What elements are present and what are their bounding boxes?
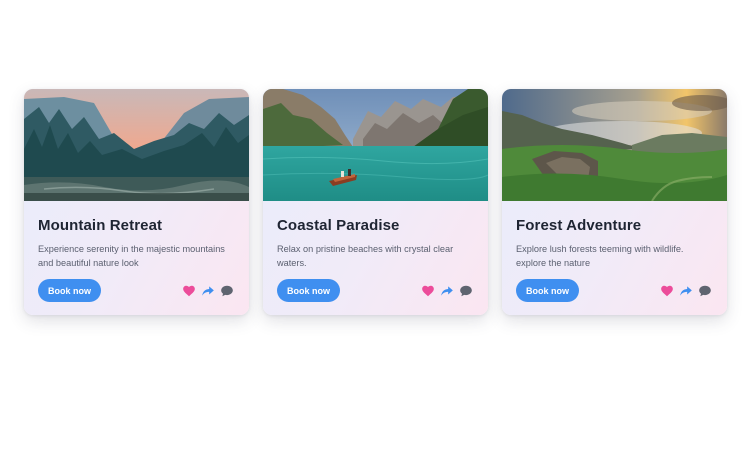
- card-footer: Book now: [38, 279, 235, 302]
- green-cliffs-sunset-photo: [502, 89, 727, 201]
- card-body: Coastal Paradise Relax on pristine beach…: [263, 201, 488, 302]
- card-actions: [421, 284, 474, 298]
- card-footer: Book now: [277, 279, 474, 302]
- mountain-forest-lake-photo: [24, 89, 249, 201]
- card-actions: [182, 284, 235, 298]
- card-description: Experience serenity in the majestic moun…: [38, 244, 225, 268]
- book-now-button[interactable]: Book now: [277, 279, 340, 302]
- comment-bubble-icon[interactable]: [220, 284, 234, 298]
- heart-icon[interactable]: [421, 284, 435, 298]
- heart-icon[interactable]: [182, 284, 196, 298]
- card-title: Coastal Paradise: [277, 217, 400, 234]
- comment-bubble-icon[interactable]: [459, 284, 473, 298]
- card-footer: Book now: [516, 279, 713, 302]
- card-actions: [660, 284, 713, 298]
- destination-card-mountain: Mountain Retreat Experience serenity in …: [24, 89, 249, 315]
- card-body: Mountain Retreat Experience serenity in …: [24, 201, 249, 302]
- comment-bubble-icon[interactable]: [698, 284, 712, 298]
- heart-icon[interactable]: [660, 284, 674, 298]
- card-description: Relax on pristine beaches with crystal c…: [277, 244, 454, 268]
- turquoise-lake-boat-photo: [263, 89, 488, 201]
- card-title: Mountain Retreat: [38, 217, 163, 234]
- card-body: Forest Adventure Explore lush forests te…: [502, 201, 727, 302]
- share-arrow-icon[interactable]: [440, 284, 454, 298]
- destination-card-forest: Forest Adventure Explore lush forests te…: [502, 89, 727, 315]
- card-gallery: Mountain Retreat Experience serenity in …: [0, 0, 750, 469]
- destination-card-coastal: Coastal Paradise Relax on pristine beach…: [263, 89, 488, 315]
- card-title: Forest Adventure: [516, 217, 642, 234]
- book-now-button[interactable]: Book now: [38, 279, 101, 302]
- share-arrow-icon[interactable]: [679, 284, 693, 298]
- book-now-button[interactable]: Book now: [516, 279, 579, 302]
- share-arrow-icon[interactable]: [201, 284, 215, 298]
- card-description: Explore lush forests teeming with wildli…: [516, 244, 684, 268]
